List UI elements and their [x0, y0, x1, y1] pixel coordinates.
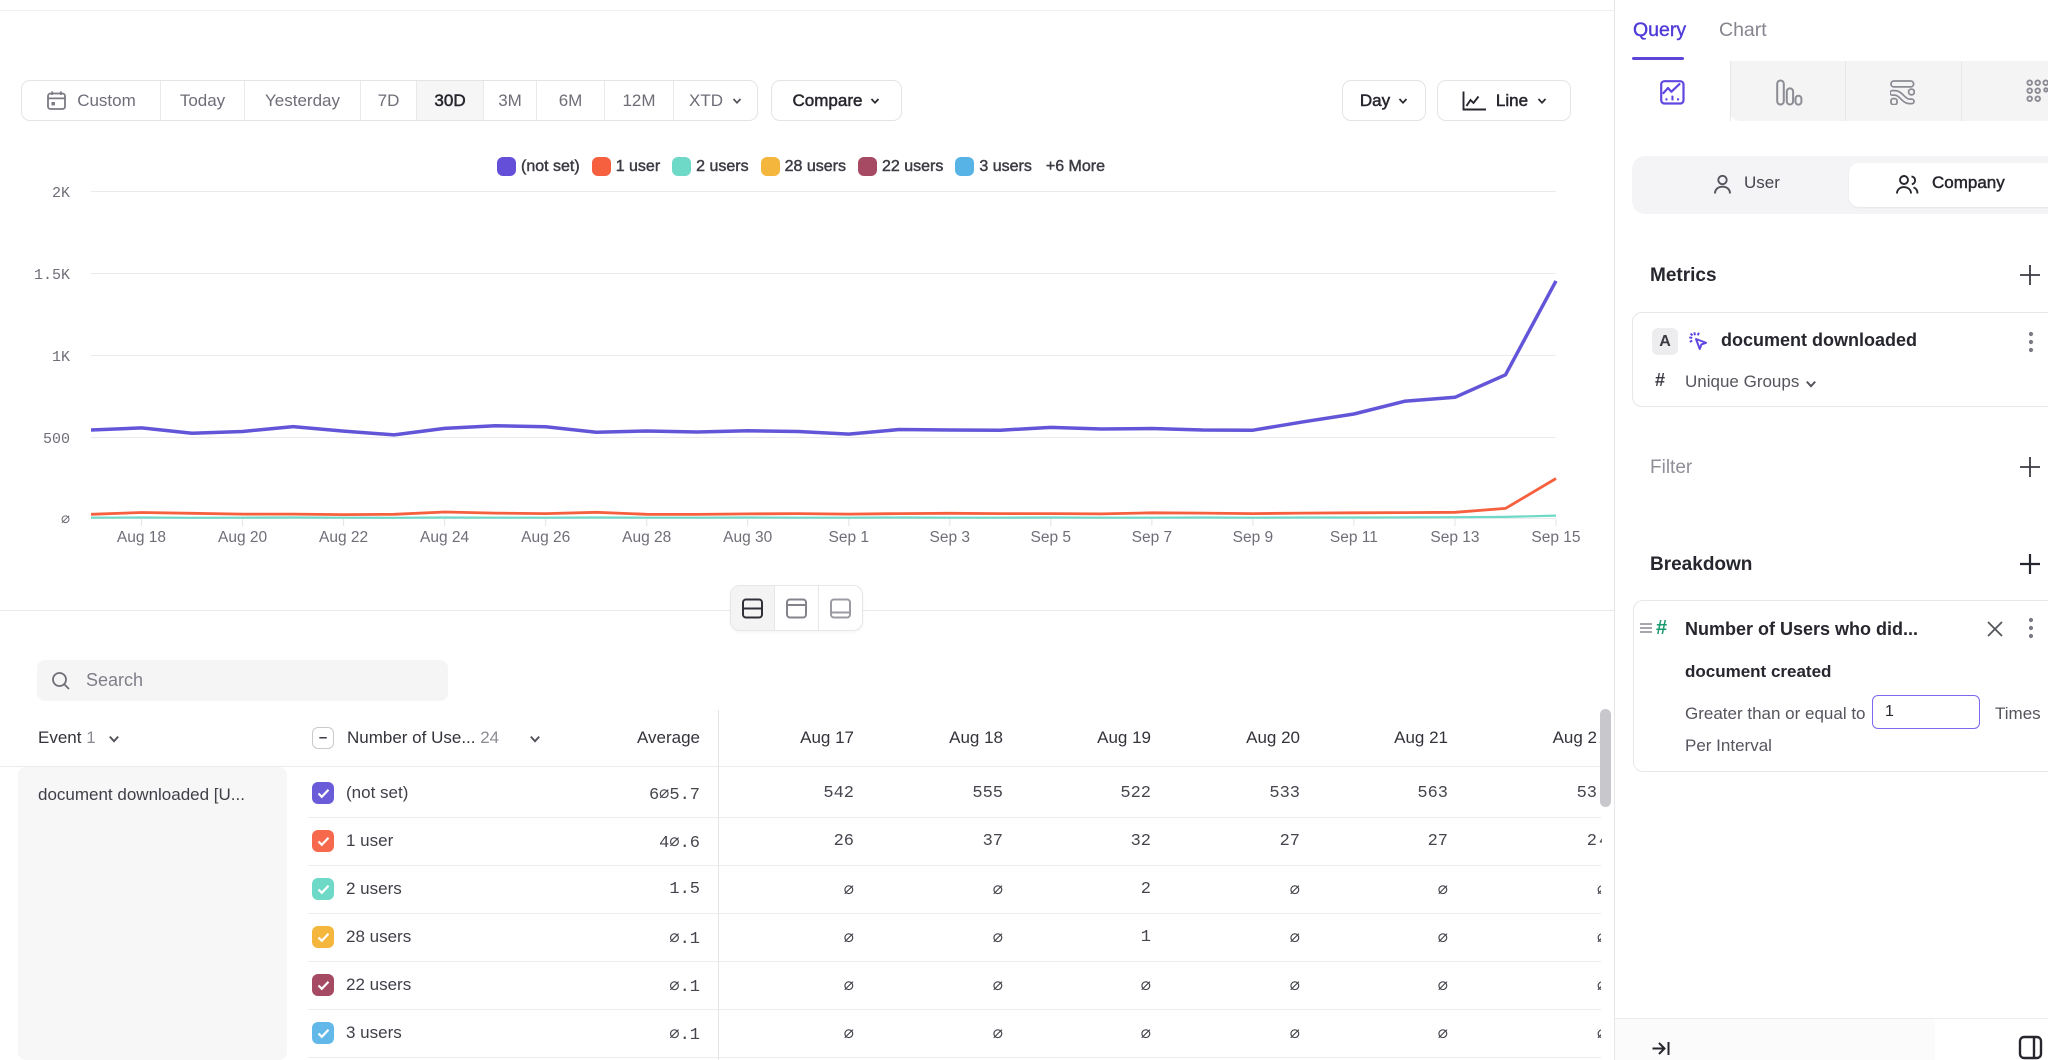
svg-text:Sep 11: Sep 11 — [1330, 529, 1378, 546]
svg-text:Aug 26: Aug 26 — [521, 529, 570, 546]
svg-text:500: 500 — [43, 431, 70, 448]
svg-text:Sep 7: Sep 7 — [1132, 529, 1173, 546]
svg-text:Aug 28: Aug 28 — [622, 529, 671, 546]
svg-text:2K: 2K — [52, 185, 70, 202]
svg-text:Sep 13: Sep 13 — [1430, 529, 1479, 546]
svg-text:Sep 9: Sep 9 — [1233, 529, 1274, 546]
svg-text:Sep 3: Sep 3 — [930, 529, 971, 546]
svg-text:Aug 20: Aug 20 — [218, 529, 268, 546]
svg-text:∅: ∅ — [61, 512, 70, 529]
svg-text:Aug 22: Aug 22 — [319, 529, 368, 546]
svg-text:1K: 1K — [52, 349, 70, 366]
svg-text:Sep 1: Sep 1 — [829, 529, 870, 546]
svg-text:Sep 5: Sep 5 — [1031, 529, 1072, 546]
svg-text:Aug 18: Aug 18 — [117, 529, 166, 546]
svg-text:1.5K: 1.5K — [34, 267, 70, 284]
svg-text:Sep 15: Sep 15 — [1531, 529, 1580, 546]
svg-text:Aug 24: Aug 24 — [420, 529, 470, 546]
svg-text:Aug 30: Aug 30 — [723, 529, 773, 546]
